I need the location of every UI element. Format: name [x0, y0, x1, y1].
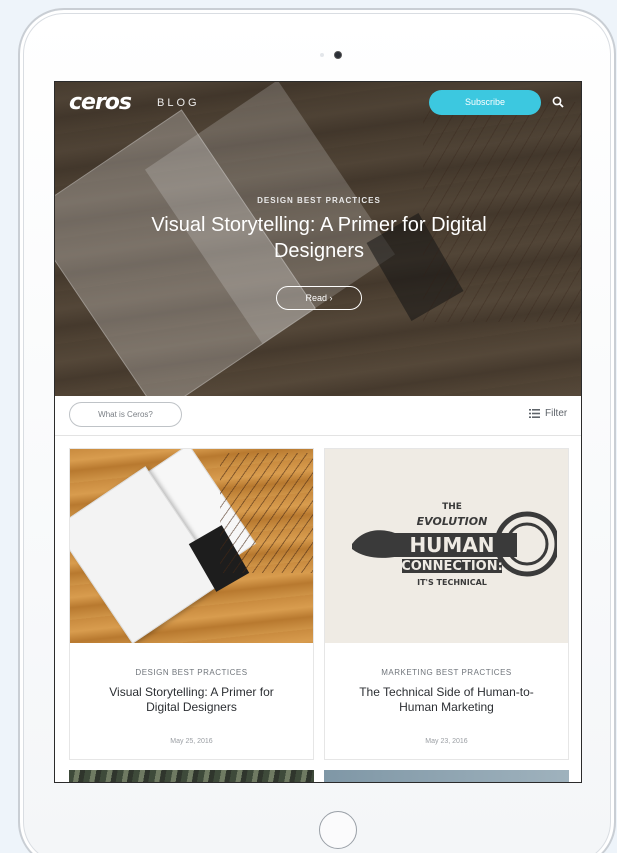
- hero-category[interactable]: DESIGN BEST PRACTICES: [55, 196, 581, 205]
- read-button[interactable]: Read ›: [276, 286, 362, 310]
- image-text-human: HUMAN: [409, 533, 494, 557]
- screen: ceros BLOG Subscribe DESIGN BEST PRACTIC…: [54, 81, 582, 783]
- sensor-dot: [320, 53, 324, 57]
- image-text-evolution: EVOLUTION: [417, 515, 488, 528]
- card-category[interactable]: MARKETING BEST PRACTICES: [325, 668, 568, 677]
- subscribe-button[interactable]: Subscribe: [429, 90, 541, 115]
- top-bar: ceros BLOG Subscribe: [55, 82, 581, 126]
- next-card-image[interactable]: [324, 770, 569, 782]
- what-is-ceros-button[interactable]: What is Ceros?: [69, 402, 182, 427]
- filter-label: Filter: [545, 408, 568, 419]
- hero-title[interactable]: Visual Storytelling: A Primer for Digita…: [129, 212, 509, 264]
- hero-banner: ceros BLOG Subscribe DESIGN BEST PRACTIC…: [55, 82, 581, 396]
- image-text-connection: CONNECTION:: [401, 559, 503, 574]
- card-title[interactable]: Visual Storytelling: A Primer for Digita…: [95, 685, 288, 715]
- ceros-logo[interactable]: ceros: [69, 90, 132, 115]
- camera-icon: [334, 51, 342, 59]
- next-card-image[interactable]: [69, 770, 314, 782]
- filter-bar: What is Ceros? Filter: [55, 396, 581, 436]
- article-card[interactable]: THE EVOLUTION HUMAN CONNECTION: IT'S TEC…: [324, 448, 569, 760]
- image-text-the: THE: [442, 502, 462, 512]
- search-icon[interactable]: [552, 96, 564, 108]
- image-text-technical: IT'S TECHNICAL: [417, 578, 487, 587]
- card-image[interactable]: THE EVOLUTION HUMAN CONNECTION: IT'S TEC…: [325, 449, 568, 643]
- blog-label: BLOG: [157, 97, 200, 109]
- card-date: May 23, 2016: [425, 738, 468, 745]
- human-connection-illustration: THE EVOLUTION HUMAN CONNECTION: IT'S TEC…: [352, 502, 557, 587]
- card-title[interactable]: The Technical Side of Human-to-Human Mar…: [350, 685, 543, 715]
- card-category[interactable]: DESIGN BEST PRACTICES: [70, 668, 313, 677]
- article-card[interactable]: DESIGN BEST PRACTICES Visual Storytellin…: [69, 448, 314, 760]
- card-date: May 25, 2016: [170, 738, 213, 745]
- branch-image: [220, 453, 313, 573]
- card-image[interactable]: [70, 449, 313, 643]
- home-button[interactable]: [319, 811, 357, 849]
- filter-button[interactable]: Filter: [529, 408, 567, 419]
- list-icon: [529, 409, 540, 418]
